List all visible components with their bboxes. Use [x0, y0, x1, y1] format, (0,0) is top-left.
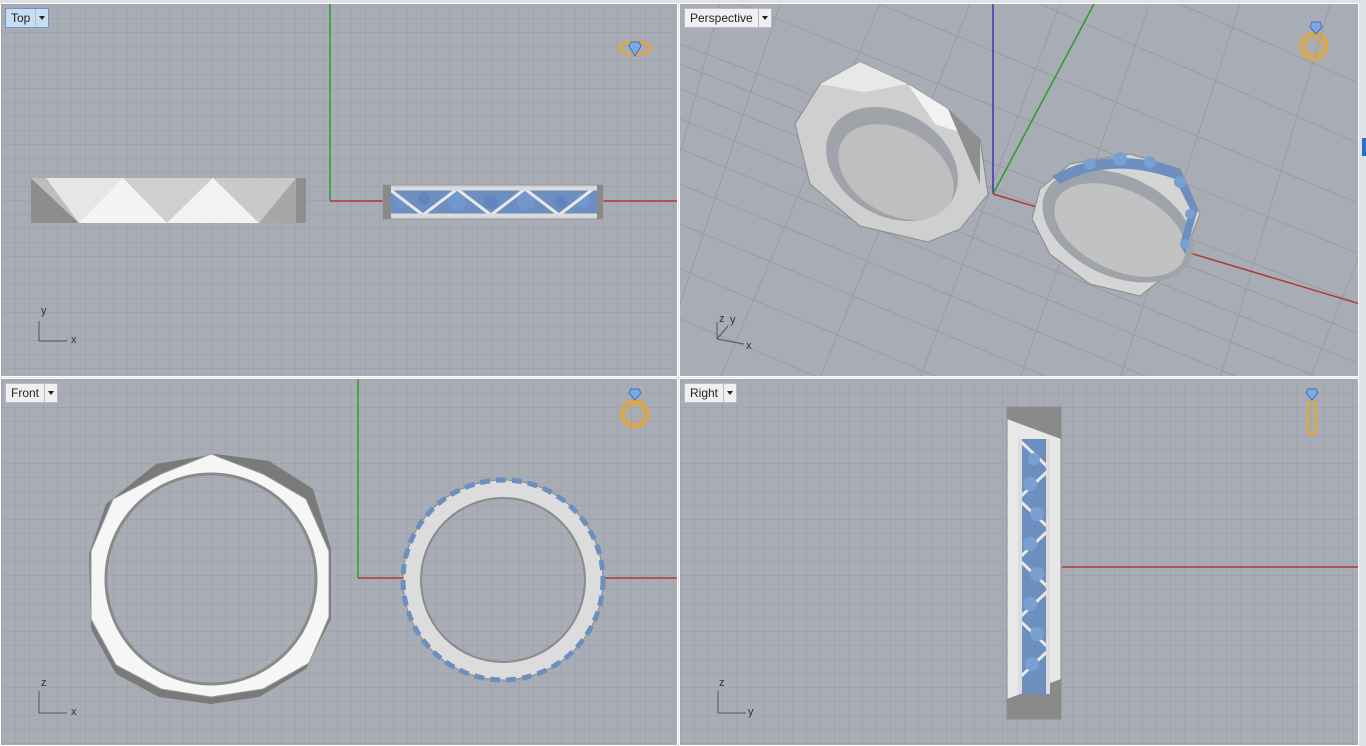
dropdown-arrow-icon[interactable]: [757, 9, 771, 27]
viewport-perspective[interactable]: Perspective z y x: [679, 3, 1359, 377]
top-view-canvas[interactable]: [1, 4, 678, 377]
axis-label-y: y: [748, 706, 754, 718]
right-view-canvas[interactable]: [680, 379, 1359, 746]
axis-label-z: z: [719, 313, 725, 325]
axis-label-y: y: [41, 305, 47, 317]
panel-edge-indicator: [1362, 138, 1366, 156]
viewport-tab-front[interactable]: Front: [5, 383, 59, 403]
axis-label-z: z: [719, 677, 725, 689]
viewport-title: Top: [11, 11, 31, 25]
ring-side-right: [1006, 406, 1062, 720]
axis-label-x: x: [71, 706, 77, 718]
viewport-top[interactable]: Top y x: [0, 3, 678, 377]
viewport-tab-top[interactable]: Top: [5, 8, 50, 28]
viewport-tab-right[interactable]: Right: [684, 383, 738, 403]
perspective-view-canvas[interactable]: [680, 4, 1359, 377]
dropdown-arrow-icon[interactable]: [35, 9, 48, 27]
viewport-title: Front: [11, 386, 40, 400]
viewport-title: Perspective: [690, 11, 753, 25]
dropdown-arrow-icon[interactable]: [44, 384, 57, 402]
dropdown-arrow-icon[interactable]: [723, 384, 736, 402]
axis-label-x: x: [746, 340, 752, 352]
axis-label-x: x: [71, 334, 77, 346]
faceted-ring-front: [89, 453, 331, 704]
viewport-title: Right: [690, 386, 719, 400]
faceted-ring-top: [31, 178, 306, 223]
axis-label-z: z: [41, 677, 47, 689]
gem-ring-top: [382, 184, 604, 220]
viewport-tab-perspective[interactable]: Perspective: [684, 8, 772, 28]
axis-label-y: y: [730, 314, 736, 326]
gem-ring-front: [400, 477, 606, 683]
viewport-right[interactable]: Right z y: [679, 378, 1359, 746]
viewport-front[interactable]: Front z x: [0, 378, 678, 746]
front-view-canvas[interactable]: [1, 379, 678, 746]
